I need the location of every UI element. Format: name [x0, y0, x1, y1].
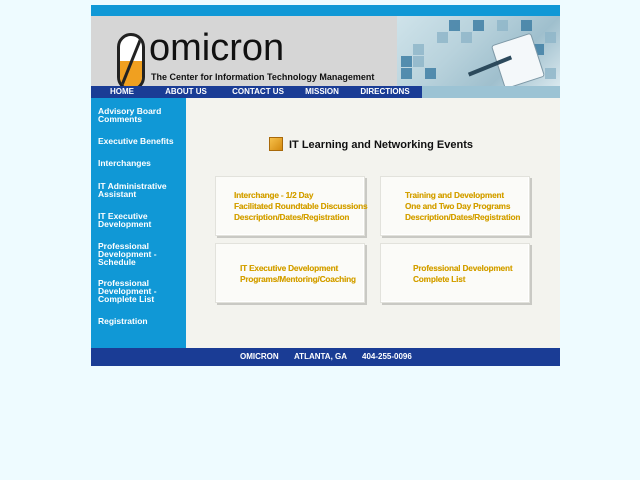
brand-tagline: The Center for Information Technology Ma… [151, 72, 375, 82]
sidebar-item-label: Schedule [98, 257, 136, 267]
sidebar-item-executive-benefits[interactable]: Executive Benefits [98, 136, 182, 146]
photo-tile [473, 20, 484, 31]
nav-home[interactable]: HOME [97, 86, 147, 98]
photo-tile [545, 32, 556, 43]
sidebar-item-label: Assistant [98, 189, 137, 199]
omicron-logo-icon[interactable] [117, 33, 145, 86]
page-container: omicron The Center for Information Techn… [91, 5, 560, 366]
event-card-professional-development[interactable]: Professional Development Complete List [380, 243, 530, 303]
card-line: Interchange - 1/2 Day [234, 190, 314, 200]
card-line: IT Executive Development [240, 263, 339, 273]
footer-city: ATLANTA, GA [294, 352, 348, 361]
sidebar-item-advisory-board[interactable]: Advisory Board Comments [98, 107, 182, 124]
card-line: Training and Development [405, 190, 504, 200]
photo-tile [401, 68, 412, 79]
sidebar-item-it-executive-development[interactable]: IT Executive Development [98, 212, 182, 229]
card-line: Description/Dates/Registration [405, 212, 521, 222]
sidebar-item-professional-development-complete-list[interactable]: Professional Development - Complete List [98, 279, 182, 304]
card-line: Description/Dates/Registration [234, 212, 350, 222]
event-card-it-executive-development[interactable]: IT Executive Development Programs/Mentor… [215, 243, 365, 303]
nav-about-us[interactable]: ABOUT US [153, 86, 219, 98]
sidebar-item-label: Executive Benefits [98, 136, 174, 146]
photo-tile [401, 56, 412, 67]
card-line: Facilitated Roundtable Discussions [234, 201, 368, 211]
nav-contact-us[interactable]: CONTACT US [225, 86, 291, 98]
sidebar-item-label: Comments [98, 114, 142, 124]
sidebar-item-label: Registration [98, 316, 148, 326]
photo-tile [521, 20, 532, 31]
photo-tile [545, 68, 556, 79]
site-footer: OMICRON ATLANTA, GA 404-255-0096 [91, 348, 560, 366]
sidebar-item-label: Development [98, 219, 152, 229]
nav-mission[interactable]: MISSION [297, 86, 347, 98]
top-accent-bar [91, 5, 560, 16]
card-line: Professional Development [413, 263, 513, 273]
sidebar-item-label: Complete List [98, 294, 155, 304]
photo-tile [461, 32, 472, 43]
sidebar-item-interchanges[interactable]: Interchanges [98, 158, 182, 168]
footer-phone: 404-255-0096 [362, 352, 412, 361]
card-line: One and Two Day Programs [405, 201, 511, 211]
page-title: IT Learning and Networking Events [289, 139, 473, 151]
sidebar-item-it-administrative-assistant[interactable]: IT Administrative Assistant [98, 182, 182, 199]
site-header: omicron The Center for Information Techn… [91, 16, 560, 86]
title-bullet-icon [269, 137, 283, 151]
event-card-training-development[interactable]: Training and Development One and Two Day… [380, 176, 530, 236]
nav-tail-strip [422, 86, 560, 98]
sidebar: Advisory Board Comments Executive Benefi… [91, 98, 186, 348]
header-photo [397, 16, 560, 86]
photo-tile [437, 32, 448, 43]
photo-tile [413, 44, 424, 55]
photo-tile [413, 56, 424, 67]
sidebar-item-label: Interchanges [98, 158, 151, 168]
card-line: Programs/Mentoring/Coaching [240, 274, 356, 284]
card-line: Complete List [413, 274, 466, 284]
sidebar-item-professional-development-schedule[interactable]: Professional Development - Schedule [98, 242, 182, 267]
sidebar-item-registration[interactable]: Registration [98, 316, 182, 326]
brand-name[interactable]: omicron [149, 29, 284, 67]
photo-tile [497, 20, 508, 31]
top-nav: HOME ABOUT US CONTACT US MISSION DIRECTI… [91, 86, 422, 98]
event-card-interchange[interactable]: Interchange - 1/2 Day Facilitated Roundt… [215, 176, 368, 236]
photo-tile [449, 20, 460, 31]
footer-org-name: OMICRON [240, 352, 279, 361]
nav-directions[interactable]: DIRECTIONS [353, 86, 417, 98]
photo-tile [425, 68, 436, 79]
